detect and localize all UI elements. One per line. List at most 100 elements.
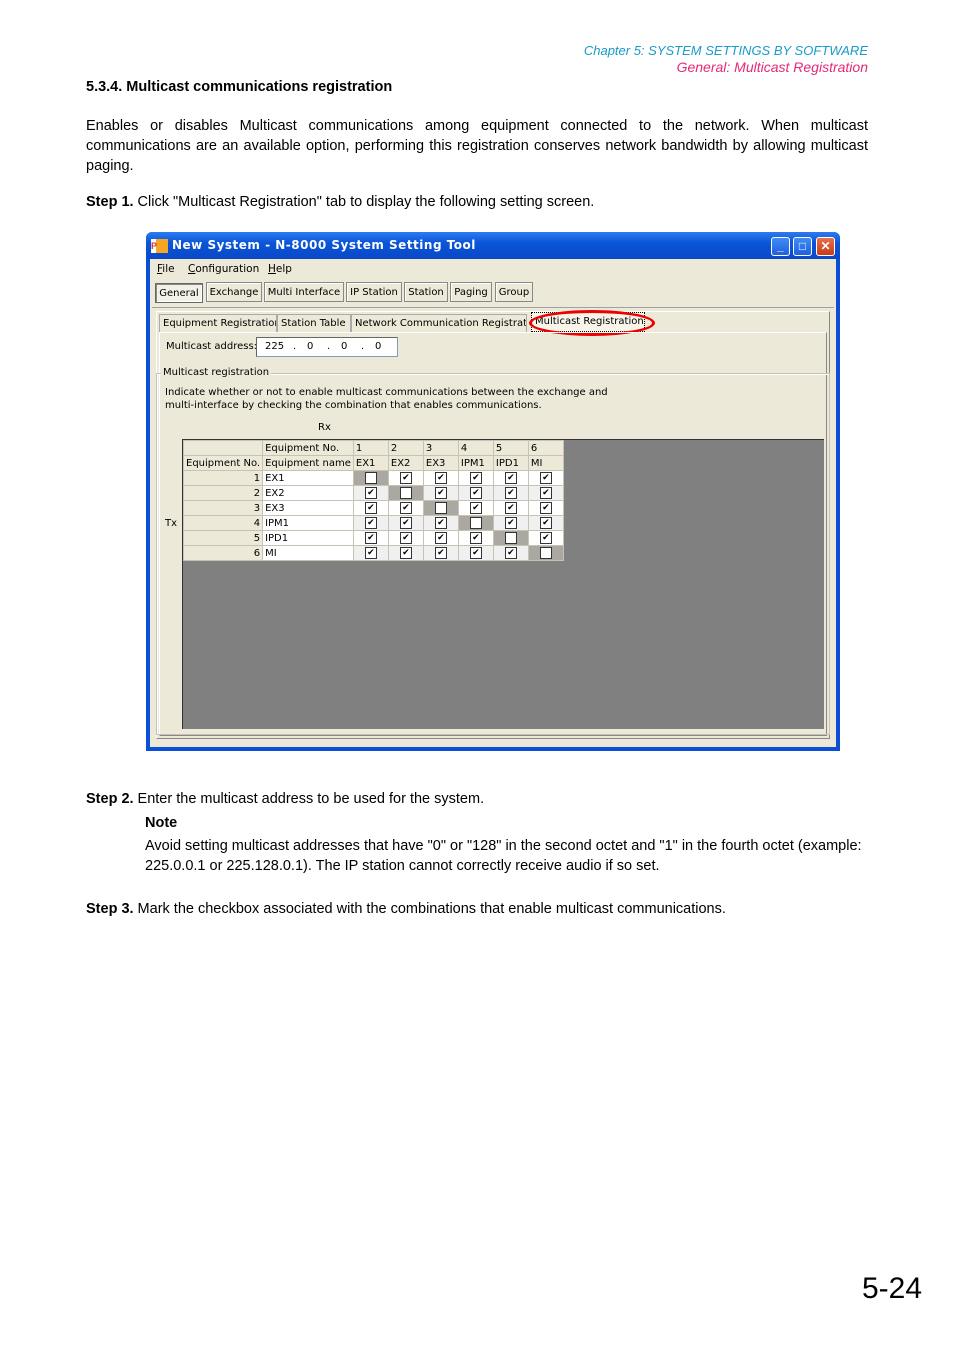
octet-2[interactable]: 0 bbox=[307, 338, 313, 356]
checkbox-checked[interactable]: ✔ bbox=[469, 547, 482, 559]
instructions-line-2: multi-interface by checking the combinat… bbox=[165, 400, 542, 411]
window-client: File Configuration Help General Exchange… bbox=[150, 259, 836, 747]
col-name: EX3 bbox=[422, 455, 459, 471]
checkbox-checked[interactable]: ✔ bbox=[364, 517, 377, 529]
matrix-cell: ✔ bbox=[422, 470, 459, 486]
checkbox-checked[interactable]: ✔ bbox=[434, 517, 447, 529]
checkbox-checked[interactable]: ✔ bbox=[434, 487, 447, 499]
checkbox-checked[interactable]: ✔ bbox=[434, 532, 447, 544]
page-number: 5-24 bbox=[861, 1272, 922, 1305]
checkbox-checked[interactable]: ✔ bbox=[504, 487, 517, 499]
row-name: MI bbox=[262, 545, 354, 561]
checkbox-checked[interactable]: ✔ bbox=[539, 472, 552, 484]
checkbox-checked[interactable]: ✔ bbox=[399, 502, 412, 514]
checkbox-unchecked[interactable] bbox=[469, 517, 482, 529]
checkbox-checked[interactable]: ✔ bbox=[399, 532, 412, 544]
close-button[interactable]: ✕ bbox=[816, 237, 835, 256]
checkbox-checked[interactable]: ✔ bbox=[539, 487, 552, 499]
maximize-button[interactable]: □ bbox=[793, 237, 812, 256]
matrix-cell: ✔ bbox=[352, 485, 389, 501]
row-name: IPD1 bbox=[262, 530, 354, 546]
checkbox-checked[interactable]: ✔ bbox=[364, 502, 377, 514]
group-title: Multicast registration bbox=[161, 367, 272, 378]
row-number: 3 bbox=[182, 500, 264, 516]
matrix-cell: ✔ bbox=[457, 545, 494, 561]
menu-configuration[interactable]: Configuration bbox=[188, 263, 259, 275]
header-row-names: Equipment No. Equipment name EX1 EX2 EX3 IP… bbox=[182, 455, 564, 471]
row-number: 5 bbox=[182, 530, 264, 546]
checkbox-unchecked[interactable] bbox=[539, 547, 552, 559]
main-tabs: General Exchange Multi Interface IP Stat… bbox=[152, 282, 834, 308]
octet-separator: . bbox=[327, 341, 331, 352]
intro-paragraph: Enables or disables Multicast communicat… bbox=[86, 118, 868, 174]
running-header-section: General: Multicast Registration bbox=[676, 59, 868, 75]
app-window: P New System - N-8000 System Setting Too… bbox=[146, 232, 840, 751]
multicast-address-field[interactable]: 225 . 0 . 0 . 0 bbox=[256, 337, 398, 357]
matrix-cell bbox=[527, 545, 564, 561]
multicast-registration-group: Multicast registration Indicate whether … bbox=[156, 367, 830, 735]
col-name: IPD1 bbox=[492, 455, 529, 471]
tab-station[interactable]: Station bbox=[404, 282, 448, 302]
menu-file[interactable]: File bbox=[157, 263, 175, 275]
tx-label: Tx bbox=[165, 518, 178, 529]
step-2-label: Step 2. bbox=[86, 791, 134, 807]
checkbox-checked[interactable]: ✔ bbox=[364, 547, 377, 559]
col-number: 4 bbox=[457, 440, 494, 456]
checkbox-checked[interactable]: ✔ bbox=[364, 487, 377, 499]
minimize-button[interactable]: _ bbox=[771, 237, 790, 256]
row-name: EX3 bbox=[262, 500, 354, 516]
checkbox-checked[interactable]: ✔ bbox=[504, 472, 517, 484]
checkbox-checked[interactable]: ✔ bbox=[434, 472, 447, 484]
checkbox-checked[interactable]: ✔ bbox=[364, 532, 377, 544]
matrix-cell: ✔ bbox=[352, 530, 389, 546]
tab-ip-station[interactable]: IP Station bbox=[346, 282, 402, 302]
checkbox-checked[interactable]: ✔ bbox=[469, 487, 482, 499]
octet-3[interactable]: 0 bbox=[341, 338, 347, 356]
tab-group[interactable]: Group bbox=[495, 282, 533, 302]
octet-separator: . bbox=[361, 341, 365, 352]
checkbox-checked[interactable]: ✔ bbox=[504, 517, 517, 529]
checkbox-checked[interactable]: ✔ bbox=[504, 502, 517, 514]
checkbox-unchecked[interactable] bbox=[504, 532, 517, 544]
tab-general[interactable]: General bbox=[155, 283, 203, 303]
name-header-label: Equipment name bbox=[262, 455, 354, 471]
tab-paging[interactable]: Paging bbox=[450, 282, 492, 302]
checkbox-checked[interactable]: ✔ bbox=[539, 532, 552, 544]
tab-multi-interface[interactable]: Multi Interface bbox=[264, 282, 344, 302]
checkbox-checked[interactable]: ✔ bbox=[539, 517, 552, 529]
tab-exchange[interactable]: Exchange bbox=[206, 282, 262, 302]
checkbox-unchecked[interactable] bbox=[434, 502, 447, 514]
checkbox-checked[interactable]: ✔ bbox=[504, 547, 517, 559]
checkbox-checked[interactable]: ✔ bbox=[539, 502, 552, 514]
octet-1[interactable]: 225 bbox=[265, 338, 284, 356]
matrix-cell: ✔ bbox=[457, 530, 494, 546]
checkbox-checked[interactable]: ✔ bbox=[469, 472, 482, 484]
octet-4[interactable]: 0 bbox=[375, 338, 381, 356]
matrix-cell: ✔ bbox=[352, 515, 389, 531]
checkbox-checked[interactable]: ✔ bbox=[399, 547, 412, 559]
matrix-cell: ✔ bbox=[457, 470, 494, 486]
col-name: EX2 bbox=[387, 455, 424, 471]
instructions-line-1: Indicate whether or not to enable multic… bbox=[165, 387, 608, 398]
matrix-row: 2 EX2 ✔ ✔ ✔ ✔ ✔ bbox=[182, 485, 564, 501]
checkbox-checked[interactable]: ✔ bbox=[434, 547, 447, 559]
checkbox-checked[interactable]: ✔ bbox=[399, 472, 412, 484]
subtab-station-table[interactable]: Station Table bbox=[277, 314, 351, 332]
matrix-cell: ✔ bbox=[352, 545, 389, 561]
subtab-equipment-registration[interactable]: Equipment Registration bbox=[159, 314, 277, 332]
step-2-text: Enter the multicast address to be used f… bbox=[137, 791, 485, 807]
matrix-cell: ✔ bbox=[492, 545, 529, 561]
checkbox-checked[interactable]: ✔ bbox=[469, 502, 482, 514]
subtab-network-communication-registration[interactable]: Network Communication Registration bbox=[351, 314, 527, 332]
checkbox-unchecked[interactable] bbox=[399, 487, 412, 499]
multicast-registration-page: Multicast address: 225 . 0 . 0 . 0 Multi… bbox=[156, 332, 830, 736]
checkbox-checked[interactable]: ✔ bbox=[469, 532, 482, 544]
checkbox-checked[interactable]: ✔ bbox=[399, 517, 412, 529]
row-number: 4 bbox=[182, 515, 264, 531]
subtab-multicast-registration[interactable]: Multicast Registration bbox=[531, 312, 645, 332]
section-title: 5.3.4. Multicast communications registra… bbox=[86, 79, 393, 95]
checkbox-unchecked[interactable] bbox=[364, 472, 377, 484]
menu-help[interactable]: Help bbox=[268, 263, 292, 275]
col-number: 2 bbox=[387, 440, 424, 456]
matrix-cell bbox=[492, 530, 529, 546]
